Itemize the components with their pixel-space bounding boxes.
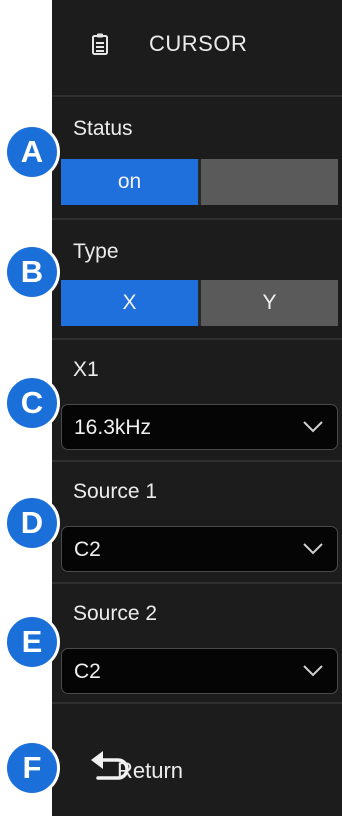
return-label[interactable]: Return	[117, 758, 183, 784]
callout-badge-d: D	[4, 495, 60, 551]
source2-value: C2	[74, 660, 101, 683]
type-option-x[interactable]: X	[61, 280, 198, 326]
menu-header: CURSOR	[52, 0, 342, 95]
callout-badge-c: C	[4, 375, 60, 431]
callout-badge-a: A	[4, 124, 60, 180]
x1-dropdown[interactable]: 16.3kHz	[61, 404, 338, 450]
document-list-icon	[92, 33, 108, 60]
chevron-down-icon	[303, 420, 323, 438]
x1-section: X1 16.3kHz	[52, 338, 342, 460]
source1-value: C2	[74, 538, 101, 561]
callout-badge-f: F	[4, 740, 60, 796]
source2-label: Source 2	[73, 602, 158, 625]
type-section: Type X Y	[52, 218, 342, 338]
type-option-y[interactable]: Y	[201, 280, 338, 326]
chevron-down-icon	[303, 664, 323, 682]
x1-value: 16.3kHz	[74, 416, 152, 439]
source1-label: Source 1	[73, 480, 158, 503]
status-option-off[interactable]	[201, 159, 338, 205]
menu-title: CURSOR	[149, 31, 248, 56]
source1-dropdown[interactable]: C2	[61, 526, 338, 572]
type-toggle[interactable]: X Y	[61, 280, 338, 326]
chevron-down-icon	[303, 542, 323, 560]
status-section: Status on	[52, 95, 342, 218]
source1-section: Source 1 C2	[52, 460, 342, 582]
callout-badge-b: B	[4, 244, 60, 300]
type-label: Type	[73, 240, 119, 263]
status-option-on[interactable]: on	[61, 159, 198, 205]
status-toggle[interactable]: on	[61, 159, 338, 205]
status-label: Status	[73, 117, 133, 140]
source2-dropdown[interactable]: C2	[61, 648, 338, 694]
source2-section: Source 2 C2	[52, 582, 342, 702]
x1-label: X1	[73, 358, 99, 381]
callout-badge-e: E	[4, 614, 60, 670]
